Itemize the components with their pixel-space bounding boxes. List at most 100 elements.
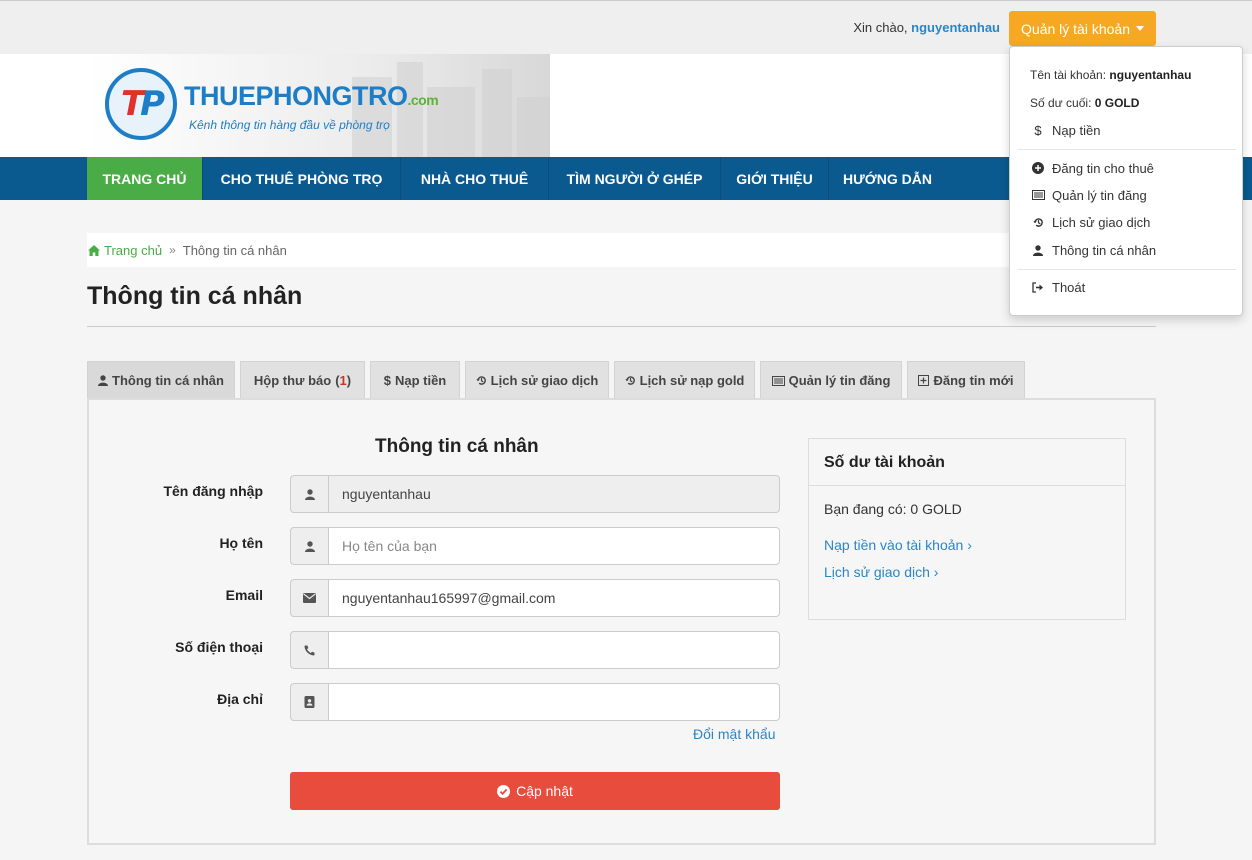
dropdown-item-post-rental[interactable]: Đăng tin cho thuê — [1030, 157, 1230, 179]
dropdown-divider — [1018, 269, 1236, 270]
tab-transactions[interactable]: Lịch sử giao dịch — [465, 361, 609, 399]
caret-down-icon — [1135, 26, 1144, 31]
tab-new-post[interactable]: Đăng tin mới — [907, 361, 1025, 399]
logo-tagline: Kênh thông tin hàng đầu về phòng trọ — [189, 118, 390, 132]
dropdown-item-manage-posts[interactable]: Quản lý tin đăng — [1030, 184, 1230, 206]
account-dropdown-menu: Tên tài khoản: nguyentanhau Số dư cuối: … — [1009, 46, 1243, 316]
list-icon — [1030, 190, 1046, 200]
brand-suffix: .com — [407, 92, 439, 108]
plus-square-icon — [918, 375, 930, 386]
address-book-icon — [290, 683, 329, 721]
breadcrumb-home[interactable]: Trang chủ — [88, 243, 162, 258]
inbox-count-badge: (1) — [335, 373, 352, 388]
dropdown-item-profile[interactable]: Thông tin cá nhân — [1030, 239, 1230, 261]
brand-name: THUEPHONGTRO — [184, 81, 408, 111]
dropdown-item-logout-label: Thoát — [1052, 279, 1086, 295]
nav-item-roommates[interactable]: TÌM NGƯỜI Ở GHÉP — [549, 157, 721, 200]
dropdown-balance-info: Số dư cuối: 0 GOLD — [1030, 96, 1139, 110]
chevron-right-icon: › — [933, 564, 939, 580]
tab-new-post-label: Đăng tin mới — [933, 373, 1014, 388]
tab-gold-history[interactable]: Lịch sử nạp gold — [614, 361, 755, 399]
profile-panel: Thông tin cá nhân Tên đăng nhập Họ tên E… — [87, 398, 1156, 845]
greeting-text: Xin chào, — [853, 20, 908, 35]
logo-icon: TP — [105, 68, 177, 140]
title-divider — [87, 326, 1156, 327]
dropdown-item-manage-posts-label: Quản lý tin đăng — [1052, 187, 1147, 203]
nav-item-guide[interactable]: HƯỚNG DẪN — [829, 157, 946, 200]
dropdown-item-post-rental-label: Đăng tin cho thuê — [1052, 160, 1154, 176]
user-icon — [290, 527, 329, 565]
tab-profile[interactable]: Thông tin cá nhân — [87, 361, 235, 399]
history-icon — [1030, 217, 1046, 228]
nav-item-home[interactable]: TRANG CHỦ — [87, 157, 203, 200]
breadcrumb: Trang chủ » Thông tin cá nhân — [87, 233, 1022, 267]
transaction-history-link[interactable]: Lịch sử giao dịch › — [824, 564, 938, 580]
email-field[interactable] — [328, 579, 780, 617]
sign-out-icon — [1030, 281, 1046, 293]
dropdown-balance-label: Số dư cuối: — [1030, 96, 1092, 110]
home-icon — [88, 244, 100, 256]
dollar-icon: $ — [383, 373, 391, 388]
address-row: Địa chỉ — [89, 683, 789, 721]
logo-wordmark: THUEPHONGTRO.com — [184, 81, 439, 112]
username-row: Tên đăng nhập — [89, 475, 789, 513]
chevron-right-icon: › — [967, 537, 972, 553]
deposit-link[interactable]: Nạp tiền vào tài khoản › — [824, 537, 972, 553]
dropdown-item-profile-label: Thông tin cá nhân — [1052, 242, 1157, 258]
nav-item-about[interactable]: GIỚI THIỆU — [721, 157, 829, 200]
update-button[interactable]: Cập nhật — [290, 772, 780, 810]
balance-box: Số dư tài khoản Bạn đang có: 0 GOLD Nạp … — [808, 438, 1126, 620]
tab-gold-history-label: Lịch sử nạp gold — [639, 373, 745, 388]
phone-field[interactable] — [328, 631, 780, 669]
account-menu-button[interactable]: Quản lý tài khoản — [1009, 11, 1156, 46]
nav-item-houses[interactable]: NHÀ CHO THUÊ — [401, 157, 549, 200]
phone-label: Số điện thoại — [175, 639, 263, 655]
tab-deposit[interactable]: $ Nạp tiền — [370, 361, 460, 399]
nav-item-rooms[interactable]: CHO THUÊ PHÒNG TRỌ — [203, 157, 401, 200]
history-icon — [624, 375, 636, 386]
greeting: Xin chào, nguyentanhau — [853, 20, 1000, 35]
email-label: Email — [225, 587, 263, 603]
dropdown-account-label: Tên tài khoản: — [1030, 68, 1107, 82]
address-field[interactable] — [328, 683, 780, 721]
balance-title: Số dư tài khoản — [809, 439, 1125, 486]
dropdown-account-value: nguyentanhau — [1109, 68, 1192, 82]
fullname-row: Họ tên — [89, 527, 789, 565]
fullname-label: Họ tên — [219, 535, 263, 551]
breadcrumb-home-label: Trang chủ — [104, 242, 163, 258]
envelope-icon — [290, 579, 329, 617]
dropdown-item-logout[interactable]: Thoát — [1030, 276, 1230, 298]
username-link[interactable]: nguyentanhau — [911, 20, 1000, 35]
tab-manage-posts[interactable]: Quản lý tin đăng — [760, 361, 902, 399]
page-title: Thông tin cá nhân — [87, 282, 303, 310]
dropdown-item-transactions[interactable]: Lịch sử giao dịch — [1030, 211, 1230, 233]
phone-row: Số điện thoại — [89, 631, 789, 669]
user-icon — [290, 475, 329, 513]
update-button-label: Cập nhật — [516, 783, 573, 799]
dollar-icon: $ — [1034, 122, 1042, 138]
tab-transactions-label: Lịch sử giao dịch — [490, 373, 599, 388]
breadcrumb-current: Thông tin cá nhân — [182, 242, 287, 258]
breadcrumb-separator-icon: » — [169, 243, 176, 257]
deposit-link-label: Nạp tiền vào tài khoản — [824, 537, 964, 553]
change-password-link[interactable]: Đổi mật khẩu — [693, 726, 775, 742]
dropdown-item-deposit[interactable]: $ Nạp tiền — [1030, 119, 1230, 141]
tab-inbox[interactable]: Hộp thư báo (1) — [240, 361, 365, 399]
history-icon — [475, 375, 487, 386]
plus-circle-icon — [1030, 162, 1046, 174]
check-circle-icon — [497, 784, 511, 798]
tab-inbox-label: Hộp thư báo — [253, 373, 332, 388]
tab-profile-label: Thông tin cá nhân — [112, 373, 224, 388]
building-graphic — [517, 97, 550, 157]
fullname-field[interactable] — [328, 527, 780, 565]
username-field[interactable] — [328, 475, 780, 513]
logo-banner[interactable]: TP THUEPHONGTRO.com Kênh thông tin hàng … — [87, 54, 550, 157]
tab-manage-posts-label: Quản lý tin đăng — [788, 373, 891, 388]
dropdown-item-transactions-label: Lịch sử giao dịch — [1052, 214, 1151, 230]
dropdown-account-info: Tên tài khoản: nguyentanhau — [1030, 68, 1191, 82]
email-row: Email — [89, 579, 789, 617]
tab-deposit-label: Nạp tiền — [394, 373, 447, 388]
inbox-count: 1 — [339, 373, 347, 388]
user-icon — [1030, 244, 1046, 256]
building-graphic — [482, 69, 512, 157]
